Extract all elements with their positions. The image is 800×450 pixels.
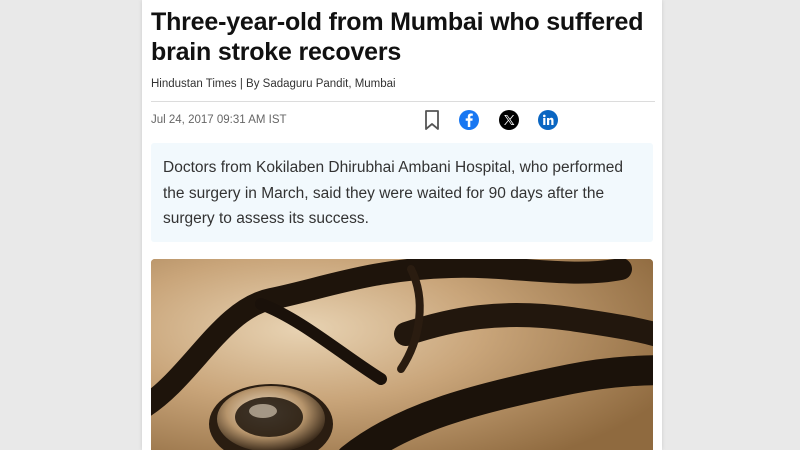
linkedin-icon[interactable]: [537, 109, 559, 131]
article-byline: Hindustan Times | By Sadaguru Pandit, Mu…: [151, 78, 396, 90]
article-page: Three-year-old from Mumbai who suffered …: [142, 0, 662, 450]
stethoscope-image: [151, 259, 653, 450]
bookmark-icon[interactable]: [421, 109, 443, 131]
x-icon[interactable]: [498, 109, 520, 131]
divider: [151, 101, 655, 102]
article-summary-box: Doctors from Kokilaben Dhirubhai Ambani …: [151, 143, 653, 242]
article-hero-image: [151, 259, 653, 450]
facebook-icon[interactable]: [458, 109, 480, 131]
publish-date: Jul 24, 2017 09:31 AM IST: [151, 114, 287, 126]
article-summary: Doctors from Kokilaben Dhirubhai Ambani …: [163, 159, 624, 227]
article-headline: Three-year-old from Mumbai who suffered …: [151, 8, 644, 66]
